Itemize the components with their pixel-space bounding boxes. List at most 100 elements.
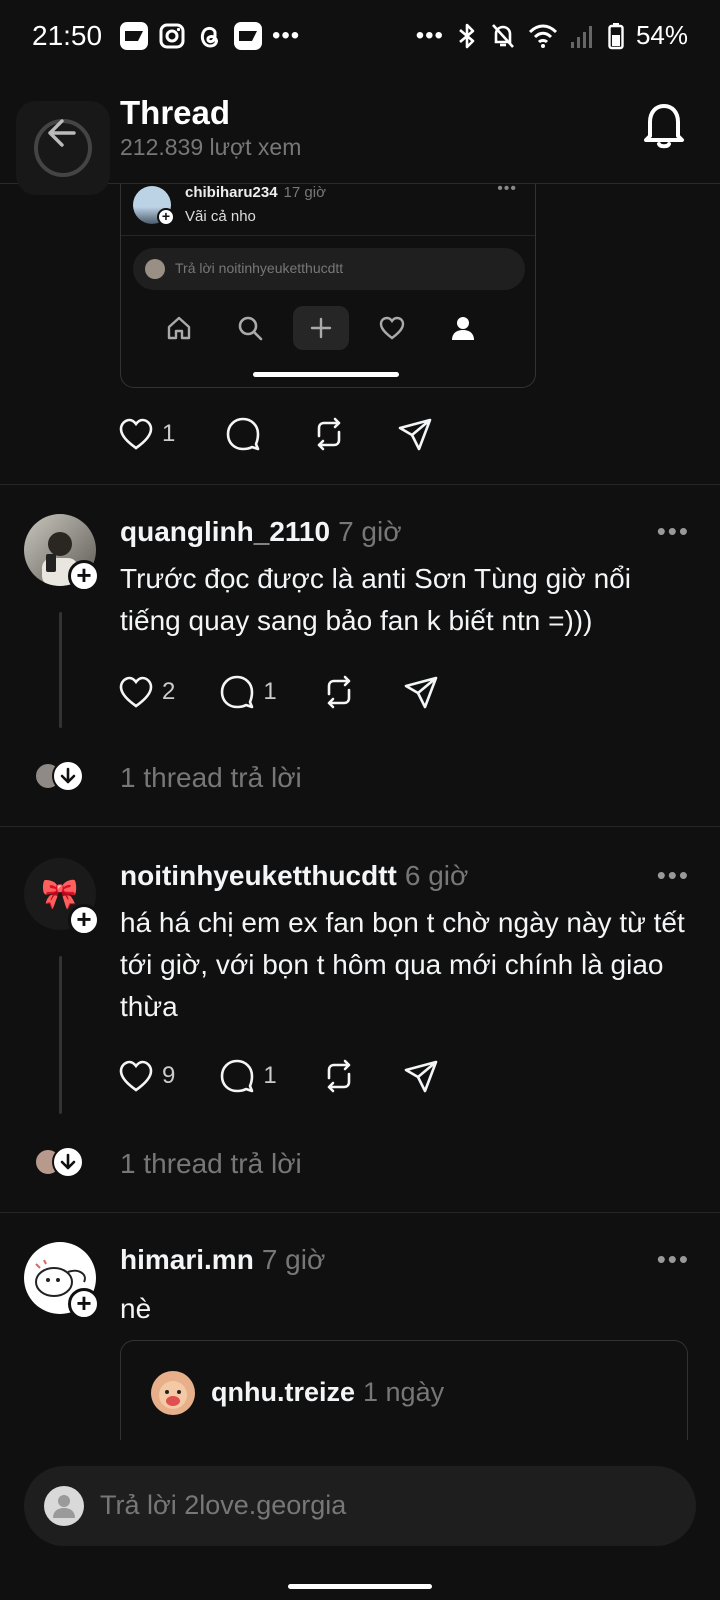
send-icon: [404, 1060, 438, 1093]
status-time: 21:50: [32, 20, 103, 51]
comment-button[interactable]: 1: [219, 1058, 277, 1094]
divider: [0, 484, 720, 485]
comment-icon: [221, 1059, 254, 1093]
comment-icon: [221, 675, 254, 709]
like-button[interactable]: 1: [118, 417, 175, 451]
system-status-icons: ••• 54%: [416, 20, 688, 51]
repost-icon: [327, 1059, 351, 1093]
follow-plus-button[interactable]: +: [68, 904, 100, 936]
embedded-reply-box: Trả lời noitinhyeuketthucdtt: [133, 248, 525, 290]
post-time: 7 giờ: [338, 516, 402, 547]
embedded-home-indicator: [253, 372, 399, 377]
instagram-icon: [159, 23, 185, 49]
like-button[interactable]: 9: [118, 1059, 175, 1093]
heart-icon: [364, 306, 420, 350]
post-username[interactable]: noitinhyeuketthucdtt 6 giờ: [120, 860, 468, 892]
back-button[interactable]: [16, 101, 110, 195]
embedded-username-text: chibiharu234: [185, 184, 278, 201]
quoted-time: 1 ngày: [363, 1377, 445, 1407]
page-title: Thread: [120, 94, 231, 131]
more-icon[interactable]: •••: [657, 516, 690, 547]
search-icon: [222, 306, 278, 350]
profile-icon: [435, 306, 491, 350]
comment-button[interactable]: 1: [219, 674, 277, 710]
arrow-down-icon: [52, 760, 84, 792]
mail-app-icon: [234, 22, 262, 50]
repost-button[interactable]: [321, 674, 357, 710]
thread-line: [59, 612, 62, 728]
avatar: [145, 259, 165, 279]
post-text: há há chị em ex fan bọn t chờ ngày này t…: [120, 907, 685, 1022]
bell-icon[interactable]: [640, 98, 688, 150]
mail-app-icon: [120, 22, 148, 50]
home-icon: [151, 306, 207, 350]
embedded-username: chibiharu234 17 giờ: [185, 184, 326, 201]
view-count: 212.839 lượt xem: [120, 134, 302, 160]
post-username[interactable]: himari.mn 7 giờ: [120, 1244, 325, 1276]
username-text: noitinhyeuketthucdtt: [120, 860, 397, 891]
like-count: 1: [162, 420, 176, 447]
comment-count: 1: [263, 1062, 277, 1089]
follow-plus-button[interactable]: +: [68, 560, 100, 592]
thread-header: Thread 212.839 lượt xem: [0, 76, 720, 195]
quoted-username-text: qnhu.treize: [211, 1377, 356, 1407]
comment-button[interactable]: [225, 416, 261, 452]
follow-plus-button[interactable]: +: [68, 1288, 100, 1320]
heart-icon: [119, 418, 153, 450]
post-text: Trước đọc được là anti Sơn Tùng giờ nổi …: [120, 563, 631, 636]
top-post-actions: 1: [118, 416, 461, 452]
wifi-icon: [528, 24, 558, 48]
share-button[interactable]: [403, 674, 439, 710]
post-actions: 9 1: [118, 1058, 467, 1094]
bluetooth-icon: [459, 23, 475, 48]
repost-button[interactable]: [321, 1058, 357, 1094]
heart-icon: [119, 1060, 153, 1092]
more-icon[interactable]: •••: [657, 860, 690, 891]
comment-icon: [227, 417, 260, 451]
repost-icon: [318, 417, 341, 451]
post-username[interactable]: quanglinh_2110 7 giờ: [120, 516, 402, 548]
replies-avatars[interactable]: [34, 1146, 84, 1178]
plus-icon: +: [157, 208, 175, 226]
post-time: 7 giờ: [261, 1244, 326, 1275]
reply-input-placeholder: Trả lời 2love.georgia: [100, 1490, 347, 1520]
divider: [0, 826, 720, 827]
like-button[interactable]: 2: [118, 675, 175, 709]
divider: [0, 1212, 720, 1213]
embedded-time: 17 giờ: [283, 184, 326, 201]
like-count: 2: [162, 678, 176, 705]
divider: [121, 235, 535, 236]
share-button[interactable]: [397, 416, 433, 452]
avatar: [151, 1371, 195, 1415]
username-text: quanglinh_2110: [120, 516, 331, 547]
repost-icon: [327, 675, 351, 709]
status-bar: 21:50 ••• ••• 54%: [0, 0, 720, 76]
view-replies-link[interactable]: 1 thread trả lời: [120, 762, 302, 794]
quoted-username: qnhu.treize 1 ngày: [211, 1377, 444, 1408]
heart-icon: [119, 676, 153, 708]
battery-percent: 54%: [635, 20, 688, 50]
thread-line: [59, 956, 62, 1114]
arrow-down-icon: [52, 1146, 84, 1178]
view-replies-link[interactable]: 1 thread trả lời: [120, 1148, 302, 1180]
home-indicator: [288, 1584, 432, 1589]
more-icon[interactable]: •••: [657, 1244, 690, 1275]
embedded-nav-bar: [151, 306, 491, 350]
plus-icon: [293, 306, 349, 350]
threads-icon: [200, 26, 218, 48]
post-text: nè: [120, 1293, 152, 1324]
reply-composer[interactable]: Trả lời 2love.georgia: [24, 1466, 696, 1546]
replies-avatars[interactable]: [34, 760, 84, 792]
send-icon: [399, 418, 432, 451]
share-button[interactable]: [403, 1058, 439, 1094]
post-time: 6 giờ: [404, 860, 469, 891]
more-dots-icon: •••: [415, 21, 444, 49]
bow-emoji: 🎀: [41, 877, 79, 911]
send-icon: [404, 676, 438, 709]
embedded-text: Vãi cả nho: [185, 208, 256, 225]
repost-button[interactable]: [311, 416, 347, 452]
battery-icon: [608, 22, 624, 49]
mute-icon: [491, 23, 514, 48]
notification-icons: •••: [120, 22, 300, 50]
avatar: [44, 1486, 84, 1526]
